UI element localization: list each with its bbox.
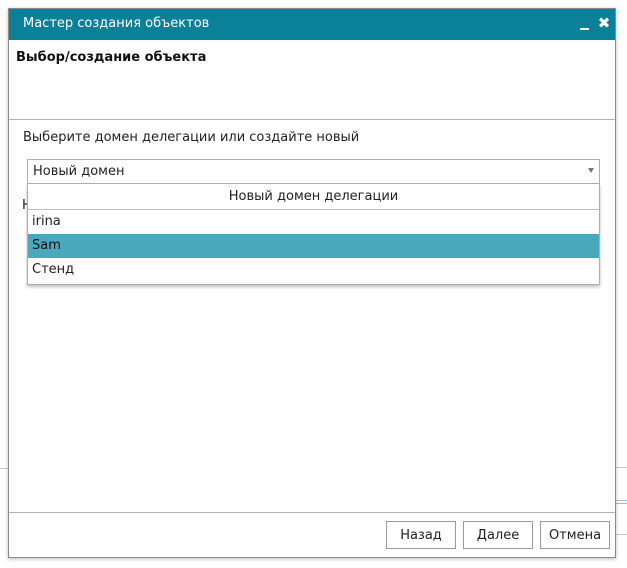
background-divider (616, 534, 627, 535)
background-divider (616, 467, 627, 468)
wizard-dialog: Мастер создания объектов ✖ Выбор/создани… (8, 8, 616, 558)
next-button[interactable]: Далее (463, 521, 533, 549)
dropdown-option-new-domain[interactable]: Новый домен делегации (28, 184, 599, 210)
chevron-down-icon (588, 168, 594, 173)
domain-dropdown-list: Новый домен делегации irina Sam Стенд (27, 184, 600, 285)
dropdown-option[interactable]: irina (28, 210, 599, 234)
minimize-button[interactable] (577, 14, 593, 32)
dropdown-option-highlighted[interactable]: Sam (28, 234, 599, 258)
select-prompt: Выберите домен делегации или создайте но… (23, 130, 360, 145)
wizard-header: Выбор/создание объекта (9, 40, 615, 120)
domain-select-value: Новый домен (33, 164, 125, 179)
cancel-button[interactable]: Отмена (540, 521, 610, 549)
dialog-titlebar[interactable]: Мастер создания объектов ✖ (9, 9, 615, 40)
close-icon: ✖ (597, 14, 611, 32)
close-button[interactable]: ✖ (596, 14, 612, 32)
page-title: Выбор/создание объекта (16, 50, 207, 65)
background-divider (616, 503, 627, 504)
dropdown-option[interactable]: Стенд (28, 258, 599, 282)
dialog-title: Мастер создания объектов (23, 16, 210, 31)
domain-select[interactable]: Новый домен (27, 159, 600, 184)
background-divider (616, 500, 627, 501)
back-button[interactable]: Назад (386, 521, 456, 549)
minimize-icon (580, 28, 589, 30)
background-divider (0, 468, 8, 469)
wizard-footer: Назад Далее Отмена (9, 512, 615, 558)
